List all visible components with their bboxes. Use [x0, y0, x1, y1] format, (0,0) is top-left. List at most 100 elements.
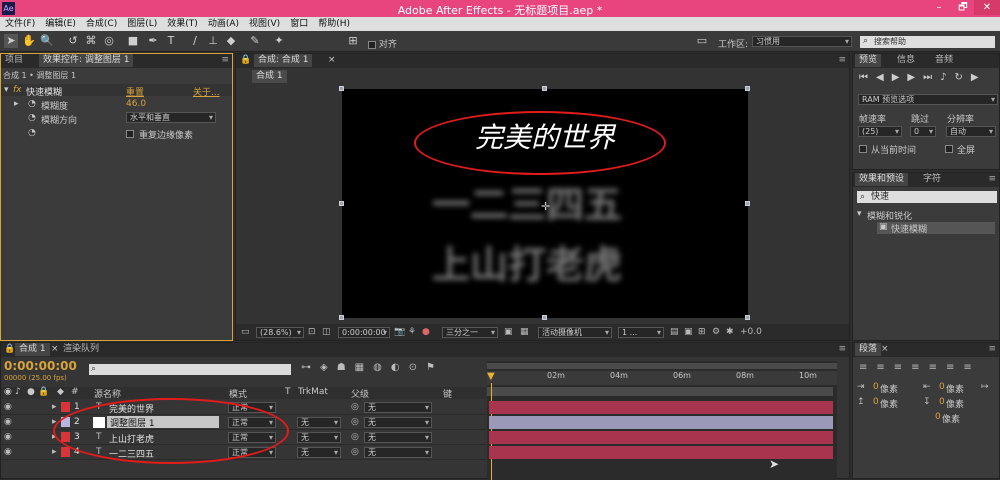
grid-icon[interactable]: ⊡ [308, 326, 316, 338]
blurriness-value[interactable]: 46.0 [126, 99, 146, 109]
tab-info[interactable]: 信息 [893, 54, 919, 67]
menu-animation[interactable]: 动画(A) [203, 17, 244, 31]
repeat-edge-checkbox[interactable] [126, 129, 134, 139]
menu-composition[interactable]: 合成(C) [81, 17, 122, 31]
parent-header[interactable]: 父级 [351, 387, 369, 400]
panel-menu-icon[interactable]: ≡ [838, 55, 846, 65]
bounding-handle[interactable] [745, 86, 750, 91]
selection-tool-icon[interactable]: ➤ [4, 34, 18, 48]
pick-whip-icon[interactable]: ◎ [351, 401, 359, 413]
layer-trkmat-dropdown[interactable]: 无 [297, 432, 341, 443]
eye-icon[interactable]: ◉ [4, 446, 12, 458]
loop-icon[interactable]: ↻ [955, 72, 971, 83]
lock-icon[interactable]: 🔒 [4, 344, 15, 354]
comp-subtab[interactable]: 合成 1 [252, 70, 287, 83]
rotate-tool-icon[interactable]: ↺ [66, 34, 80, 48]
bounding-handle[interactable] [745, 201, 750, 206]
exposure-value[interactable]: +0.0 [740, 326, 762, 338]
space-after-value[interactable]: 0 [939, 397, 945, 407]
layer-parent-dropdown[interactable]: 无 [364, 432, 432, 443]
resolution-dropdown[interactable]: 自动 [946, 126, 996, 137]
tab-composition[interactable]: 合成: 合成 1 [254, 54, 313, 67]
brush-tool-icon[interactable]: ∕ [188, 34, 202, 48]
stopwatch-icon[interactable]: ◔ [28, 99, 36, 109]
timeline-icon[interactable]: ⊞ [698, 326, 706, 338]
camera-tool-icon[interactable]: ⌘ [84, 34, 98, 48]
time-graph[interactable]: 02m 04m 06m 08m 10m ▼ ➤ [487, 361, 837, 480]
next-frame-icon[interactable]: ▶ [907, 72, 923, 83]
eye-icon[interactable]: ◉ [4, 431, 12, 443]
panel-menu-icon[interactable]: ≡ [221, 55, 229, 65]
pan-behind-tool-icon[interactable]: ◎ [102, 34, 116, 48]
layer-duration-bar[interactable] [489, 431, 833, 444]
effects-search-input[interactable]: 快速 [857, 191, 997, 203]
align-right-icon[interactable]: ≡ [894, 362, 911, 373]
layer-trkmat-dropdown[interactable]: 无 [297, 417, 341, 428]
tab-project[interactable]: 项目 [1, 54, 27, 67]
zoom-tool-icon[interactable]: 🔍 [40, 34, 54, 48]
justify-center-icon[interactable]: ≡ [929, 362, 946, 373]
align-center-icon[interactable]: ≡ [876, 362, 893, 373]
prev-frame-icon[interactable]: ◀ [876, 72, 892, 83]
audio-icon[interactable]: ♪ [940, 72, 954, 83]
menu-layer[interactable]: 图层(L) [122, 17, 162, 31]
navigator-bar[interactable] [487, 387, 833, 396]
tab-paragraph[interactable]: 段落 [855, 343, 882, 356]
collapse-triangle-icon[interactable]: ▾ [4, 85, 9, 95]
first-frame-icon[interactable]: ⏮ [859, 72, 876, 83]
workspace-dropdown[interactable]: 习惯用 [752, 36, 852, 47]
help-search-input[interactable]: 搜索帮助 [860, 36, 995, 48]
tab-preview[interactable]: 预览 [855, 54, 882, 67]
source-name-header[interactable]: 源名称 [94, 387, 121, 400]
menu-edit[interactable]: 编辑(E) [40, 17, 81, 31]
playhead-icon[interactable]: ▼ [487, 371, 495, 382]
menu-effect[interactable]: 效果(T) [162, 17, 203, 31]
expand-triangle-icon[interactable]: ▸ [52, 401, 57, 413]
panel-menu-icon[interactable]: ≡ [988, 344, 996, 354]
mode-header[interactable]: 模式 [229, 387, 247, 400]
reset-exposure-icon[interactable]: ✱ [726, 326, 734, 338]
direction-dropdown[interactable]: 水平和垂直 [126, 112, 216, 123]
stopwatch-icon[interactable]: ◔ [28, 113, 36, 123]
justify-right-icon[interactable]: ≡ [946, 362, 963, 373]
panel-menu-icon[interactable]: ≡ [838, 344, 846, 354]
bounding-handle[interactable] [339, 86, 344, 91]
space-before-value[interactable]: 0 [873, 397, 879, 407]
snapshot-icon[interactable]: 📷 [394, 326, 405, 338]
bounding-handle[interactable] [542, 86, 547, 91]
tab-effect-controls[interactable]: 效果控件: 调整图层 1 [39, 54, 134, 67]
layer-duration-bar[interactable] [489, 416, 833, 429]
justify-left-icon[interactable]: ≡ [911, 362, 928, 373]
always-preview-icon[interactable]: ▭ [241, 326, 250, 338]
auto-keyframe-icon[interactable]: ⚑ [426, 362, 444, 373]
collapse-triangle-icon[interactable]: ▾ [857, 209, 862, 219]
views-dropdown[interactable]: 1 ... [618, 327, 664, 338]
anchor-point-icon[interactable]: ✛ [541, 200, 550, 213]
justify-all-icon[interactable]: ≡ [963, 362, 980, 373]
pen-tool-icon[interactable]: ✒ [146, 34, 160, 48]
timecode-display[interactable]: 0:00:00:00 [338, 327, 390, 338]
tab-character[interactable]: 字符 [919, 173, 945, 186]
first-line-value[interactable]: 0 [935, 412, 941, 422]
expand-triangle-icon[interactable]: ▸ [52, 446, 57, 458]
timeline-timecode[interactable]: 0:00:00:00 [4, 359, 77, 373]
type-tool-icon[interactable]: T [164, 34, 178, 48]
brainstorm-icon[interactable]: ⊙ [409, 362, 426, 373]
bounding-handle[interactable] [542, 315, 547, 320]
eye-icon[interactable]: ◉ [4, 401, 12, 413]
category-blur-sharpen[interactable]: 模糊和锐化 [867, 209, 912, 222]
transparency-grid-icon[interactable]: ▦ [520, 326, 529, 338]
skip-dropdown[interactable]: 0 [910, 126, 936, 137]
timeline-search-input[interactable] [89, 364, 291, 375]
expand-triangle-icon[interactable]: ▸ [14, 99, 19, 109]
puppet-tool-icon[interactable]: ✦ [272, 34, 286, 48]
mask-icon[interactable]: ◫ [322, 326, 331, 338]
last-frame-icon[interactable]: ⏭ [923, 72, 940, 83]
draft-3d-icon[interactable]: ◈ [320, 362, 337, 373]
tab-timeline-comp[interactable]: 合成 1 [15, 343, 50, 356]
graph-editor-icon[interactable]: ◐ [391, 362, 409, 373]
ram-preview-icon[interactable]: ▶ [971, 72, 987, 83]
play-icon[interactable]: ▶ [892, 72, 908, 83]
menu-help[interactable]: 帮助(H) [313, 17, 355, 31]
minimize-button[interactable]: – [928, 0, 950, 15]
